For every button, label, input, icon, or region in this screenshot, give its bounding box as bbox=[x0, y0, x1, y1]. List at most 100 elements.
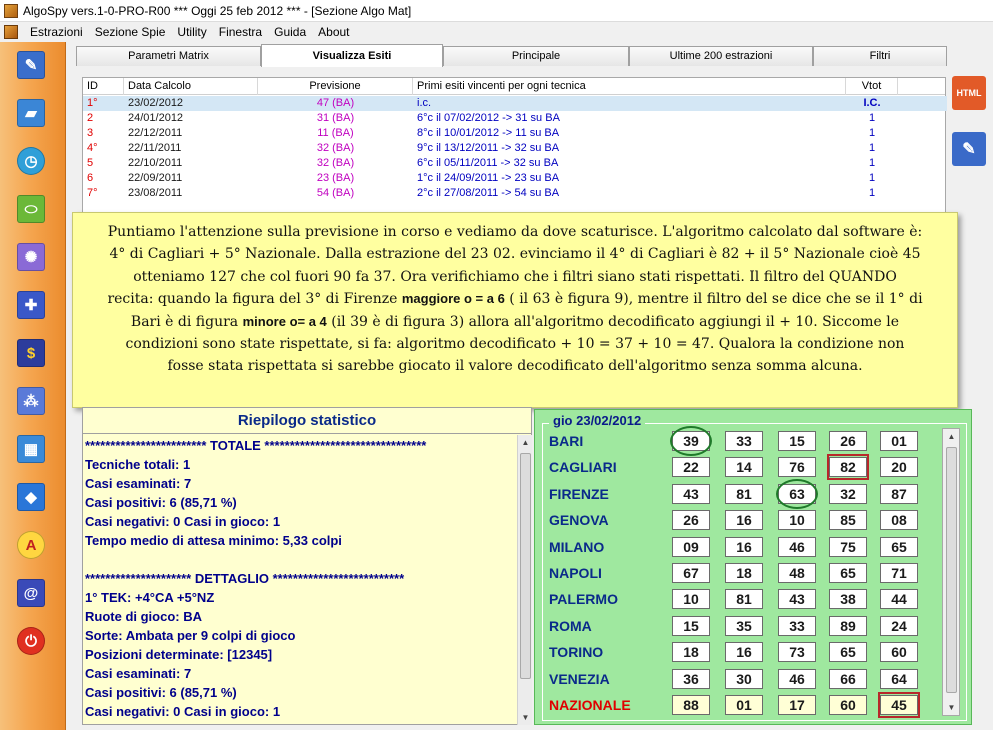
extraction-number: 60 bbox=[829, 695, 867, 715]
table-cell-id: 6 bbox=[87, 172, 94, 184]
table-row[interactable]: 5 22/10/2011 32 (BA) 6°c il 05/11/2011 -> 3… bbox=[83, 156, 947, 171]
scroll-thumb[interactable] bbox=[946, 447, 957, 693]
extraction-number: 76 bbox=[778, 457, 816, 478]
col-data-header[interactable]: Data Calcolo bbox=[124, 78, 258, 95]
highlight-ring bbox=[670, 426, 712, 456]
stats-line: Casi negativi: 0 Casi in gioco: 1 bbox=[85, 704, 281, 719]
extraction-number: 65 bbox=[880, 536, 918, 557]
menu-finestra[interactable]: Finestra bbox=[213, 25, 268, 39]
extraction-number: 81 bbox=[725, 483, 763, 504]
stats-line: Tempo medio di attesa minimo: 5,33 colpi bbox=[85, 533, 342, 548]
calendar-icon[interactable]: ▦ bbox=[17, 435, 45, 463]
extraction-number: 35 bbox=[725, 615, 763, 636]
note-line: condizioni sono state rispettate, si fa:… bbox=[125, 336, 905, 353]
menu-about[interactable]: About bbox=[312, 25, 355, 39]
extraction-scrollbar[interactable]: ▲ ▼ bbox=[942, 428, 960, 716]
table-cell-vtot: 1 bbox=[868, 127, 876, 139]
table-row[interactable]: 2 24/01/2012 31 (BA) 6°c il 07/02/2012 -> 3… bbox=[83, 111, 947, 126]
lightbulb-icon[interactable]: ✺ bbox=[17, 243, 45, 271]
table-cell-prev: 54 (BA) bbox=[316, 187, 355, 199]
extraction-number: 66 bbox=[829, 668, 867, 689]
scroll-up-icon[interactable]: ▲ bbox=[518, 435, 533, 450]
tab-parametri-matrix[interactable]: Parametri Matrix bbox=[76, 46, 261, 66]
power-icon[interactable]: ⏻ bbox=[17, 627, 45, 655]
stats-line: Ruote di gioco: BA bbox=[85, 609, 202, 624]
menu-estrazioni[interactable]: Estrazioni bbox=[24, 25, 89, 39]
table-cell-data: 23/02/2012 bbox=[128, 97, 184, 109]
results-table: ID Data Calcolo Previsione Primi esiti v… bbox=[82, 77, 947, 213]
extraction-number: 33 bbox=[725, 431, 763, 451]
window-menu-icon[interactable] bbox=[4, 25, 18, 39]
extraction-number: 01 bbox=[880, 431, 918, 451]
col-id-header[interactable]: ID bbox=[83, 78, 124, 95]
table-row[interactable]: 7° 23/08/2011 54 (BA) 2°c il 27/08/2011 -> … bbox=[83, 186, 947, 201]
extraction-number: 33 bbox=[778, 615, 816, 636]
extraction-number: 65 bbox=[829, 642, 867, 663]
cross-icon[interactable]: ✚ bbox=[17, 291, 45, 319]
extraction-number: 20 bbox=[880, 457, 918, 478]
note-text: Bari è di figura bbox=[130, 313, 243, 330]
table-cell-data: 24/01/2012 bbox=[128, 112, 184, 124]
wheel-name: GENOVA bbox=[549, 512, 609, 529]
table-cell-vtot: I.C. bbox=[863, 97, 881, 109]
table-cell-vtot: 1 bbox=[868, 172, 876, 184]
col-esiti-header[interactable]: Primi esiti vincenti per ogni tecnica bbox=[413, 78, 846, 95]
html-export-icon[interactable]: HTML bbox=[952, 76, 986, 110]
app-window: AlgoSpy vers.1-0-PRO-R00 *** Oggi 25 feb… bbox=[0, 0, 993, 730]
tube-icon[interactable]: ⬭ bbox=[17, 195, 45, 223]
col-previsione-header[interactable]: Previsione bbox=[258, 78, 413, 95]
letter-a-icon[interactable]: A bbox=[17, 531, 45, 559]
extraction-number: 46 bbox=[778, 668, 816, 689]
extraction-number: 22 bbox=[672, 457, 710, 478]
note-text: ( il 63 è figura 9), mentre il filtro de… bbox=[504, 291, 923, 308]
tab-ultime-200-estrazioni[interactable]: Ultime 200 estrazioni bbox=[629, 46, 813, 66]
col-vtot-header[interactable]: Vtot bbox=[846, 78, 898, 95]
note-line: Puntiamo l'attenzione sulla previsione i… bbox=[107, 224, 923, 240]
stats-line: Casi positivi: 6 (85,71 %) bbox=[85, 495, 237, 510]
table-cell-prev: 32 (BA) bbox=[316, 142, 355, 154]
tab-principale[interactable]: Principale bbox=[443, 46, 629, 66]
stats-line: Tecniche totali: 1 bbox=[85, 457, 191, 472]
table-cell-id: 3 bbox=[87, 127, 94, 139]
extraction-number: 26 bbox=[829, 431, 867, 451]
extraction-number: 71 bbox=[880, 563, 918, 583]
stats-body[interactable]: ************************ TOTALE ********… bbox=[85, 436, 515, 721]
clock-icon[interactable]: ◷ bbox=[17, 147, 45, 175]
table-row[interactable]: 1° 23/02/2012 47 (BA) i.c. I.C. bbox=[83, 96, 947, 111]
extraction-number: 73 bbox=[778, 642, 816, 663]
table-row[interactable]: 4° 22/11/2011 32 (BA) 9°c il 13/12/2011 -> … bbox=[83, 141, 947, 156]
extraction-number: 44 bbox=[880, 589, 918, 610]
notebook-icon[interactable]: @ bbox=[17, 579, 45, 607]
tab-visualizza-esiti[interactable]: Visualizza Esiti bbox=[261, 44, 443, 67]
extraction-number: 81 bbox=[725, 589, 763, 610]
stats-scrollbar[interactable]: ▲ ▼ bbox=[517, 435, 532, 725]
menu-guida[interactable]: Guida bbox=[268, 25, 312, 39]
tab-filtri[interactable]: Filtri bbox=[813, 46, 947, 66]
note-filter-se: minore o= a 4 bbox=[242, 313, 327, 329]
pencil-icon[interactable]: ✎ bbox=[17, 51, 45, 79]
tree-icon[interactable]: ⁂ bbox=[17, 387, 45, 415]
note-line: fosse stata rispettata si sarebbe giocat… bbox=[167, 358, 863, 375]
highlight-square bbox=[878, 692, 920, 718]
dollar-icon[interactable]: $ bbox=[17, 339, 45, 367]
scroll-thumb[interactable] bbox=[520, 453, 531, 679]
window-title: AlgoSpy vers.1-0-PRO-R00 *** Oggi 25 feb… bbox=[23, 3, 412, 18]
extraction-number: 87 bbox=[880, 483, 918, 504]
wheel-name: NAZIONALE bbox=[549, 697, 631, 713]
menu-utility[interactable]: Utility bbox=[171, 25, 212, 39]
extraction-number: 64 bbox=[880, 668, 918, 689]
extraction-number: 43 bbox=[778, 589, 816, 610]
drop-icon[interactable]: ◆ bbox=[17, 483, 45, 511]
stats-line: Casi esaminati: 7 bbox=[85, 666, 192, 681]
table-cell-vtot: 1 bbox=[868, 157, 876, 169]
extraction-number: 16 bbox=[725, 536, 763, 557]
scroll-down-icon[interactable]: ▼ bbox=[518, 710, 533, 725]
scroll-down-icon[interactable]: ▼ bbox=[944, 700, 959, 715]
table-row[interactable]: 3 22/12/2011 11 (BA) 8°c il 10/01/2012 -> 1… bbox=[83, 126, 947, 141]
book-icon[interactable]: ▰ bbox=[17, 99, 45, 127]
table-cell-data: 22/09/2011 bbox=[128, 172, 183, 184]
menu-sezione-spie[interactable]: Sezione Spie bbox=[89, 25, 172, 39]
edit-document-icon[interactable]: ✎ bbox=[952, 132, 986, 166]
scroll-up-icon[interactable]: ▲ bbox=[944, 429, 959, 444]
table-row[interactable]: 6 22/09/2011 23 (BA) 1°c il 24/09/2011 -> 2… bbox=[83, 171, 947, 186]
